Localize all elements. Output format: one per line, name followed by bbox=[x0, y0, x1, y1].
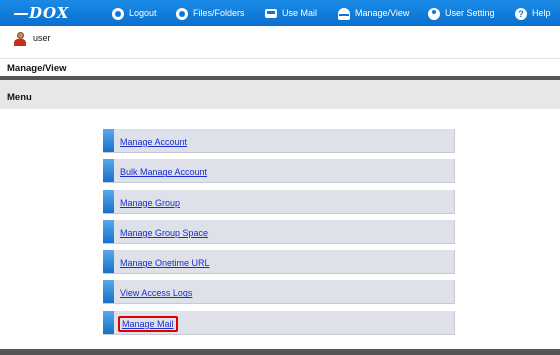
page-title-bar: Manage/View bbox=[0, 58, 560, 77]
menu-item-view-access-logs[interactable]: View Access Logs bbox=[103, 280, 455, 305]
footer-bar bbox=[0, 349, 560, 355]
menu-item-manage-onetime-url[interactable]: Manage Onetime URL bbox=[103, 250, 455, 275]
menu-item-accent bbox=[103, 219, 114, 243]
menu-list: Manage Account Bulk Manage Account Manag… bbox=[103, 129, 455, 341]
files-folders-icon bbox=[176, 7, 188, 20]
help-icon bbox=[515, 7, 527, 20]
menu-item-manage-group[interactable]: Manage Group bbox=[103, 189, 455, 214]
manage-group-link[interactable]: Manage Group bbox=[120, 198, 180, 208]
manage-view-icon bbox=[338, 7, 350, 20]
nav-logout[interactable]: Logout bbox=[112, 0, 157, 26]
nav-logout-label: Logout bbox=[129, 8, 157, 18]
dox-logo[interactable]: DOX bbox=[13, 3, 70, 23]
logo-stripe bbox=[13, 13, 29, 15]
top-navigation-bar: DOX Logout Files/Folders Use Mail Manage… bbox=[0, 0, 560, 26]
nav-user-setting-label: User Setting bbox=[445, 8, 495, 18]
user-setting-icon bbox=[428, 7, 440, 20]
manage-account-link[interactable]: Manage Account bbox=[120, 137, 187, 147]
nav-help[interactable]: Help bbox=[515, 0, 551, 26]
nav-manage-view-label: Manage/View bbox=[355, 8, 410, 18]
menu-item-bulk-manage-account[interactable]: Bulk Manage Account bbox=[103, 159, 455, 184]
user-avatar-icon bbox=[14, 32, 26, 46]
menu-section-title: Menu bbox=[7, 92, 32, 103]
menu-section-header: Menu bbox=[0, 80, 560, 109]
menu-item-accent bbox=[103, 129, 114, 152]
logout-icon bbox=[112, 7, 124, 20]
avatar-head bbox=[17, 32, 24, 39]
nav-use-mail[interactable]: Use Mail bbox=[265, 0, 317, 26]
menu-item-manage-account[interactable]: Manage Account bbox=[103, 129, 455, 153]
user-name: user bbox=[33, 33, 51, 43]
logo-text: DOX bbox=[29, 4, 70, 22]
nav-manage-view[interactable]: Manage/View bbox=[338, 0, 409, 26]
manage-onetime-url-link[interactable]: Manage Onetime URL bbox=[120, 258, 210, 268]
nav-use-mail-label: Use Mail bbox=[282, 8, 318, 18]
menu-item-accent bbox=[103, 250, 114, 274]
view-access-logs-link[interactable]: View Access Logs bbox=[120, 288, 192, 298]
menu-item-accent bbox=[103, 280, 114, 304]
menu-item-manage-mail[interactable]: Manage Mail bbox=[103, 310, 455, 335]
manage-group-space-link[interactable]: Manage Group Space bbox=[120, 228, 208, 238]
menu-item-manage-group-space[interactable]: Manage Group Space bbox=[103, 219, 455, 244]
nav-user-setting[interactable]: User Setting bbox=[428, 0, 495, 26]
nav-help-label: Help bbox=[532, 8, 551, 18]
mail-icon bbox=[265, 9, 277, 19]
menu-item-accent bbox=[103, 159, 114, 183]
manage-mail-link[interactable]: Manage Mail bbox=[118, 315, 178, 332]
nav-files-folders[interactable]: Files/Folders bbox=[176, 0, 245, 26]
bulk-manage-account-link[interactable]: Bulk Manage Account bbox=[120, 167, 207, 177]
menu-item-accent bbox=[103, 189, 114, 213]
nav-files-folders-label: Files/Folders bbox=[193, 8, 245, 18]
user-info-row: user bbox=[0, 26, 560, 58]
avatar-body bbox=[14, 39, 26, 46]
page-title: Manage/View bbox=[7, 63, 67, 74]
menu-item-accent bbox=[103, 310, 114, 334]
